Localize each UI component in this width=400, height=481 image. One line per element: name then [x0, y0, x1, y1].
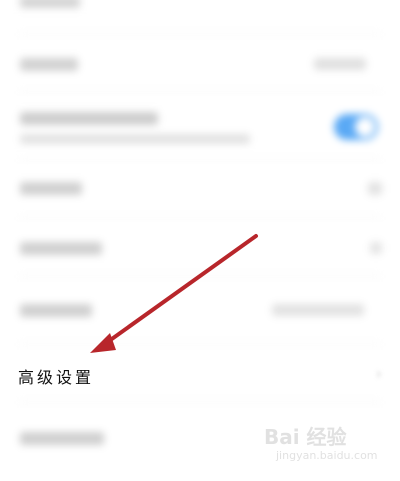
blurred-value [314, 58, 366, 70]
settings-row-4[interactable] [0, 164, 400, 214]
settings-row-top[interactable] [0, 0, 400, 20]
blurred-label [20, 182, 82, 195]
divider [20, 276, 380, 277]
settings-row-2[interactable] [0, 40, 400, 90]
divider [20, 344, 380, 345]
blurred-label [20, 242, 102, 255]
blurred-label [20, 58, 78, 71]
chevron-right-icon [370, 242, 382, 254]
divider [20, 34, 380, 35]
settings-row-toggle[interactable] [0, 96, 400, 158]
baidu-jingyan-watermark: Bai 经验 jingyan.baidu.com [264, 415, 384, 469]
divider [20, 160, 380, 161]
divider [20, 92, 380, 93]
blurred-sublabel [20, 134, 250, 144]
chevron-right-icon: › [375, 364, 382, 383]
divider [20, 402, 380, 403]
chevron-right-icon [368, 182, 382, 195]
toggle-switch[interactable] [334, 114, 378, 140]
blurred-label [20, 0, 80, 8]
blurred-label [20, 112, 158, 125]
watermark-url: jingyan.baidu.com [276, 449, 378, 462]
blurred-label [20, 304, 92, 317]
settings-screen: 高级设置 › Bai 经验 jingyan.baidu.com [0, 0, 400, 481]
blurred-value [272, 304, 364, 316]
divider [20, 218, 380, 219]
settings-row-5[interactable] [0, 222, 400, 272]
settings-row-advanced[interactable]: 高级设置 › [0, 350, 400, 400]
advanced-settings-label: 高级设置 [18, 368, 95, 387]
settings-row-6[interactable] [0, 282, 400, 338]
blurred-label [20, 432, 104, 445]
watermark-brand: Bai 经验 [264, 425, 347, 449]
